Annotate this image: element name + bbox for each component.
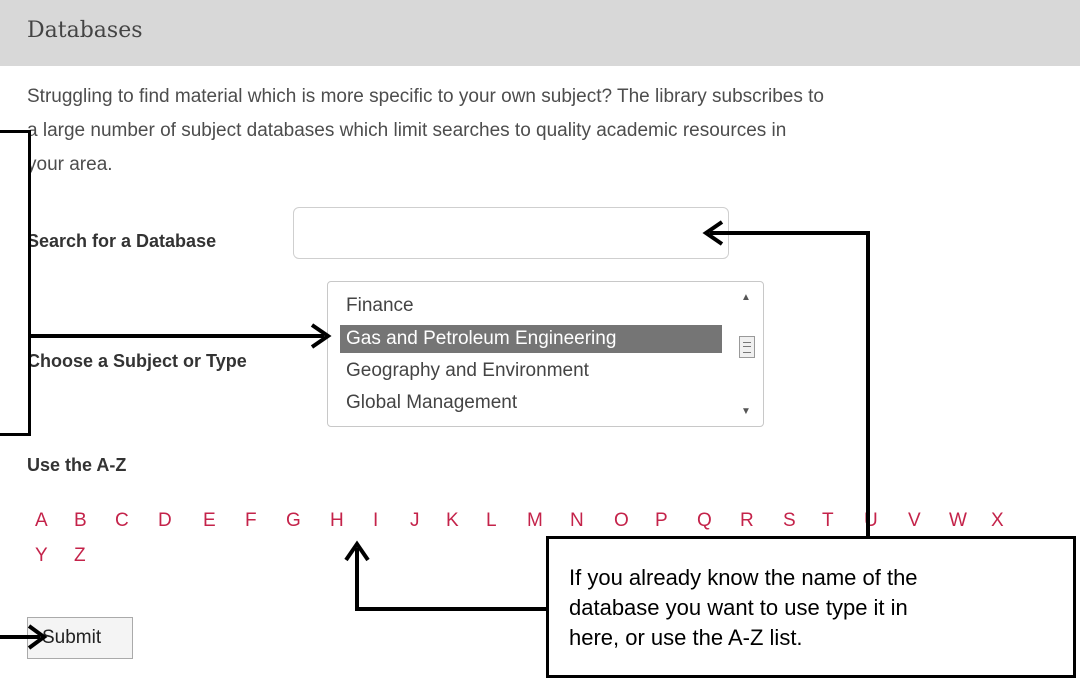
arrow-icon bbox=[355, 548, 546, 611]
arrow-icon bbox=[710, 231, 870, 536]
annotation-arrows bbox=[0, 220, 870, 650]
